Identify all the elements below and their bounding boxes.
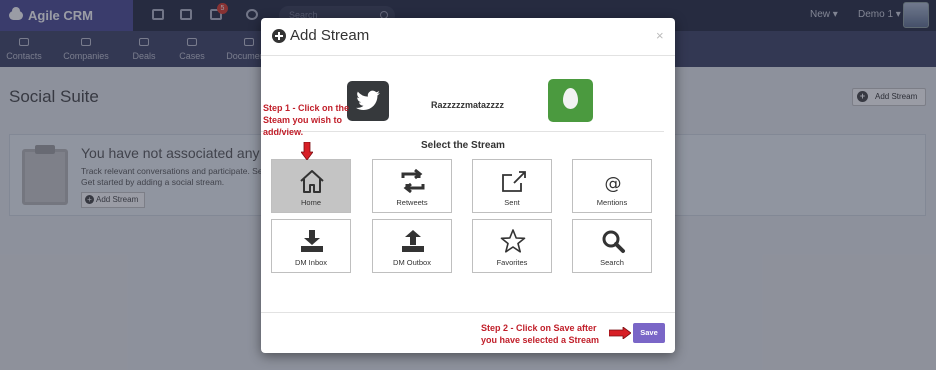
stream-label: Home [300, 198, 321, 207]
stream-tile-dm-inbox[interactable]: DM Inbox [271, 219, 351, 273]
twitter-logo [347, 81, 389, 121]
account-avatar [548, 79, 593, 122]
outbox-upload-icon [402, 230, 424, 252]
stream-label: DM Inbox [294, 258, 328, 267]
select-stream-title: Select the Stream [421, 140, 505, 151]
step1-callout: Step 1 - Click on the Steam you wish to … [263, 102, 349, 138]
share-icon [502, 171, 526, 192]
callout-line: you have selected a Stream [481, 335, 600, 345]
stream-tile-sent[interactable]: Sent [472, 159, 552, 213]
egg-icon [563, 88, 578, 109]
stream-label: Favorites [496, 258, 528, 267]
stream-label: Search [600, 258, 624, 267]
stream-tile-dm-outbox[interactable]: DM Outbox [372, 219, 452, 273]
at-icon: @ [605, 174, 622, 194]
stream-label: Retweets [396, 198, 428, 207]
stream-tile-home[interactable]: Home [271, 159, 351, 213]
inbox-download-icon [301, 230, 323, 252]
footer-divider [261, 312, 675, 313]
callout-line: Step 2 - Click on Save after [481, 323, 597, 333]
modal-header: Add Stream × [261, 18, 675, 56]
close-icon[interactable]: × [656, 28, 664, 43]
stream-tile-favorites[interactable]: Favorites [472, 219, 552, 273]
callout-line: add/view. [263, 127, 304, 137]
stream-tile-retweets[interactable]: Retweets [372, 159, 452, 213]
red-arrow-down-icon [301, 142, 313, 160]
stream-label: Mentions [596, 198, 628, 207]
stream-label: Sent [504, 198, 520, 207]
callout-line: Steam you wish to [263, 115, 343, 125]
stream-tile-mentions[interactable]: @ Mentions [572, 159, 652, 213]
red-arrow-right-icon [609, 327, 631, 339]
plus-circle-icon [272, 29, 286, 43]
modal-title: Add Stream [290, 27, 370, 44]
home-icon [300, 170, 324, 193]
account-name: Razzzzzmatazzzz [431, 100, 505, 110]
stream-label: DM Outbox [393, 258, 431, 267]
star-icon [500, 229, 526, 253]
add-stream-modal: Add Stream × Razzzzzmatazzzz Select the … [261, 18, 675, 353]
save-button[interactable]: Save [633, 323, 665, 343]
svg-text:@: @ [605, 174, 622, 194]
step2-callout: Step 2 - Click on Save after you have se… [481, 322, 599, 346]
retweet-icon [401, 168, 425, 194]
twitter-bird-icon [356, 90, 380, 110]
callout-line: Step 1 - Click on the [263, 103, 350, 113]
search-icon [602, 230, 625, 253]
stream-tile-search[interactable]: Search [572, 219, 652, 273]
